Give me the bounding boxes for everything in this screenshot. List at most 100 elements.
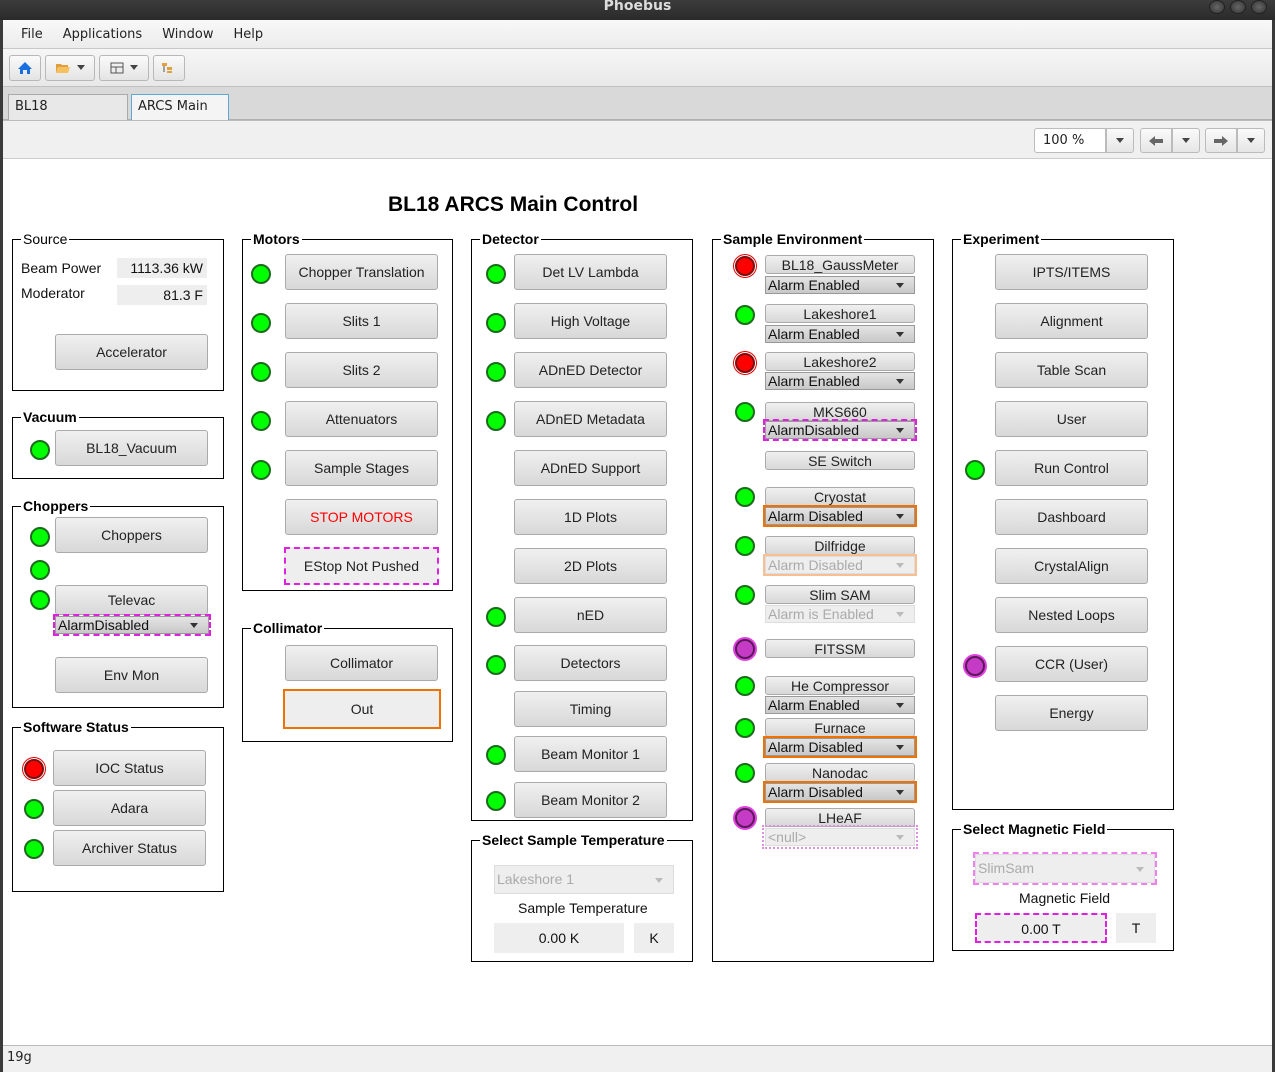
fitssm-button[interactable]: FITSSM	[765, 639, 915, 658]
adned-metadata-button[interactable]: ADnED Metadata	[514, 401, 667, 437]
2d-plots-button[interactable]: 2D Plots	[514, 548, 667, 584]
lheaf-alarm-select[interactable]: <null>	[762, 825, 918, 849]
furnace-alarm-select[interactable]: Alarm Disabled	[763, 736, 917, 758]
ccr-user-button[interactable]: CCR (User)	[995, 646, 1148, 682]
dashboard-button[interactable]: Dashboard	[995, 499, 1148, 535]
dilfridge-alarm-select[interactable]: Alarm Disabled	[763, 554, 917, 576]
adara-button[interactable]: Adara	[53, 790, 206, 826]
zoom-dropdown[interactable]	[1106, 128, 1134, 153]
gaussmeter-button[interactable]: BL18_GaussMeter	[765, 255, 915, 274]
se-switch-button[interactable]: SE Switch	[765, 451, 915, 470]
stop-motors-button[interactable]: STOP MOTORS	[285, 499, 438, 535]
adara-status-led	[24, 799, 44, 819]
crystalalign-button[interactable]: CrystalAlign	[995, 548, 1148, 584]
home-button[interactable]	[9, 54, 41, 81]
mks660-alarm-select[interactable]: AlarmDisabled	[763, 419, 917, 441]
beam-monitor-1-button[interactable]: Beam Monitor 1	[514, 736, 667, 772]
menu-file[interactable]: File	[11, 27, 53, 42]
layout-button[interactable]	[99, 54, 149, 81]
select-value: Alarm Enabled	[768, 326, 860, 342]
select-value: SlimSam	[978, 860, 1035, 876]
temperature-unit: K	[634, 923, 674, 953]
lakeshore1-alarm-select[interactable]: Alarm Enabled	[765, 325, 915, 343]
beam-monitor-2-button[interactable]: Beam Monitor 2	[514, 782, 667, 818]
maximize-button[interactable]	[1230, 0, 1246, 14]
open-button[interactable]	[45, 54, 95, 81]
accelerator-button[interactable]: Accelerator	[55, 334, 208, 370]
dilfridge-button[interactable]: Dilfridge	[765, 536, 915, 555]
group-label: Source	[21, 231, 70, 247]
zoom-input[interactable]: 100 %	[1034, 128, 1106, 153]
nested-loops-button[interactable]: Nested Loops	[995, 597, 1148, 633]
cryostat-button[interactable]: Cryostat	[765, 487, 915, 506]
slimsam-alarm-select[interactable]: Alarm is Enabled	[765, 605, 915, 623]
menu-applications[interactable]: Applications	[53, 27, 152, 42]
lakeshore2-alarm-select[interactable]: Alarm Enabled	[765, 372, 915, 390]
gaussmeter-alarm-select[interactable]: Alarm Enabled	[765, 276, 915, 294]
back-button[interactable]	[1140, 128, 1172, 153]
forward-button[interactable]	[1205, 128, 1237, 153]
run-control-status-led	[965, 460, 985, 480]
sample-stages-button[interactable]: Sample Stages	[285, 450, 438, 486]
tab-bl18-dashboard[interactable]: BL18 Dashboard	[8, 94, 128, 138]
chevron-down-icon	[896, 379, 904, 384]
archiver-status-button[interactable]: Archiver Status	[53, 830, 206, 866]
lakeshore2-button[interactable]: Lakeshore2	[765, 352, 915, 371]
he-compressor-button[interactable]: He Compressor	[765, 676, 915, 695]
slits-2-button[interactable]: Slits 2	[285, 352, 438, 388]
adned-support-button[interactable]: ADnED Support	[514, 450, 667, 486]
timing-button[interactable]: Timing	[514, 691, 667, 727]
choppers-button[interactable]: Choppers	[55, 517, 208, 553]
attenuators-button[interactable]: Attenuators	[285, 401, 438, 437]
table-scan-button[interactable]: Table Scan	[995, 352, 1148, 388]
forward-history-dropdown[interactable]	[1237, 128, 1265, 153]
env-mon-button[interactable]: Env Mon	[55, 657, 208, 693]
minimize-button[interactable]	[1209, 0, 1225, 14]
slits-1-button[interactable]: Slits 1	[285, 303, 438, 339]
menu-window[interactable]: Window	[152, 27, 223, 42]
nanodac-button[interactable]: Nanodac	[765, 763, 915, 782]
group-label: Detector	[480, 231, 541, 247]
lakeshore1-button[interactable]: Lakeshore1	[765, 304, 915, 323]
bl18-vacuum-button[interactable]: BL18_Vacuum	[55, 430, 208, 466]
chopper-translation-button[interactable]: Chopper Translation	[285, 254, 438, 290]
gaussmeter-status-led	[735, 256, 755, 276]
ccr-status-led	[965, 656, 985, 676]
temperature-source-select[interactable]: Lakeshore 1	[494, 865, 674, 894]
televac-alarm-select[interactable]: AlarmDisabled	[53, 614, 211, 636]
ipts-items-button[interactable]: IPTS/ITEMS	[995, 254, 1148, 290]
magnetic-field-readout: 0.00 T	[975, 913, 1107, 943]
detectors-button[interactable]: Detectors	[514, 645, 667, 681]
magnetic-source-select[interactable]: SlimSam	[973, 852, 1157, 885]
window-title: Phoebus	[603, 0, 672, 14]
he-compressor-alarm-select[interactable]: Alarm Enabled	[765, 696, 915, 714]
ioc-status-button[interactable]: IOC Status	[53, 750, 206, 786]
high-voltage-button[interactable]: High Voltage	[514, 303, 667, 339]
user-button[interactable]: User	[995, 401, 1148, 437]
tree-view-button[interactable]	[153, 54, 185, 81]
detector-status-led	[486, 313, 506, 333]
collimator-button[interactable]: Collimator	[285, 645, 438, 681]
detector-status-led	[486, 745, 506, 765]
run-control-button[interactable]: Run Control	[995, 450, 1148, 486]
menu-help[interactable]: Help	[223, 27, 273, 42]
furnace-button[interactable]: Furnace	[765, 718, 915, 737]
select-value: AlarmDisabled	[58, 617, 150, 633]
fitssm-status-led	[735, 639, 755, 659]
alignment-button[interactable]: Alignment	[995, 303, 1148, 339]
ned-button[interactable]: nED	[514, 597, 667, 633]
cryostat-alarm-select[interactable]: Alarm Disabled	[763, 505, 917, 527]
televac-button[interactable]: Televac	[55, 585, 208, 615]
slimsam-button[interactable]: Slim SAM	[765, 585, 915, 604]
det-lv-lambda-button[interactable]: Det LV Lambda	[514, 254, 667, 290]
energy-button[interactable]: Energy	[995, 695, 1148, 731]
1d-plots-button[interactable]: 1D Plots	[514, 499, 667, 535]
back-history-dropdown[interactable]	[1172, 128, 1200, 153]
adned-detector-button[interactable]: ADnED Detector	[514, 352, 667, 388]
lheaf-button[interactable]: LHeAF	[765, 808, 915, 827]
nanodac-alarm-select[interactable]: Alarm Disabled	[763, 781, 917, 803]
mks660-button[interactable]: MKS660	[765, 402, 915, 421]
chevron-down-icon	[896, 835, 904, 840]
close-window-button[interactable]	[1251, 0, 1267, 14]
tab-arcs-main[interactable]: ARCS Main ×	[131, 94, 229, 138]
